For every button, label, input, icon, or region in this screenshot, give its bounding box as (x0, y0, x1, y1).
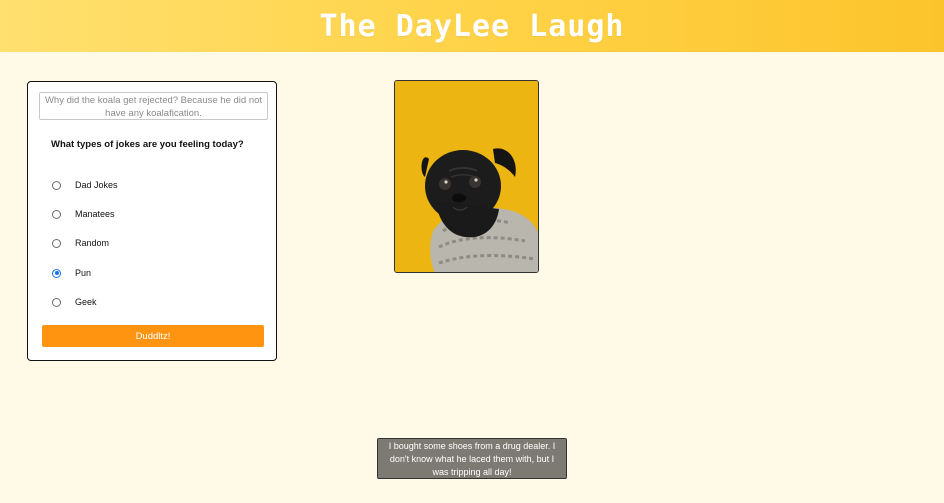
option-label: Geek (75, 297, 97, 307)
punchline-text: I bought some shoes from a drug dealer. … (377, 438, 567, 479)
radio-geek[interactable] (52, 297, 61, 307)
option-dad-jokes[interactable]: Dad Jokes (52, 178, 252, 192)
option-random[interactable]: Random (52, 236, 252, 250)
joke-form-card: Why did the koala get rejected? Because … (27, 81, 277, 361)
radio-dad-jokes[interactable] (52, 180, 61, 190)
submit-button[interactable]: Duddltz! (42, 325, 264, 347)
radio-manatees[interactable] (52, 209, 61, 219)
app-title: The DayLee Laugh (319, 8, 625, 44)
option-manatees[interactable]: Manatees (52, 207, 252, 221)
option-label: Random (75, 238, 110, 248)
option-label: Pun (75, 268, 92, 278)
joke-display-field[interactable]: Why did the koala get rejected? Because … (39, 92, 268, 120)
option-pun[interactable]: Pun (52, 266, 252, 280)
option-label: Manatees (75, 209, 115, 219)
app-header: The DayLee Laugh (0, 0, 944, 52)
pug-photo (394, 80, 539, 273)
option-label: Dad Jokes (75, 180, 118, 190)
joke-type-question: What types of jokes are you feeling toda… (51, 139, 244, 150)
radio-pun[interactable] (52, 268, 61, 278)
option-geek[interactable]: Geek (52, 295, 252, 309)
radio-random[interactable] (52, 238, 61, 248)
pug-illustration (395, 81, 538, 272)
